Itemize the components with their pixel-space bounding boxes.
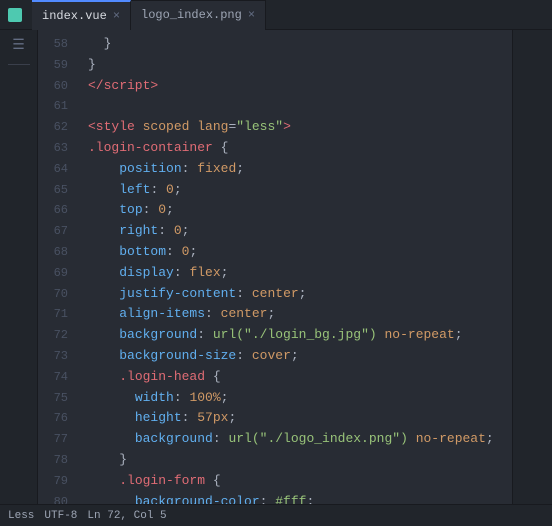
status-bar: Less UTF-8 Ln 72, Col 5: [0, 504, 552, 526]
status-file-type: Less: [8, 510, 34, 522]
code-line: }: [88, 34, 512, 55]
code-line: }: [88, 55, 512, 76]
code-line: background: url("./logo_index.png") no-r…: [88, 429, 512, 450]
code-line: right: 0;: [88, 221, 512, 242]
code-line: display: flex;: [88, 263, 512, 284]
file-icon-area: [8, 8, 26, 22]
code-line: justify-content: center;: [88, 284, 512, 305]
code-line: </script>: [88, 76, 512, 97]
code-line: width: 100%;: [88, 388, 512, 409]
code-line: <style scoped lang="less">: [88, 117, 512, 138]
code-area: ☰ 58596061626364656667686970717273747576…: [0, 30, 552, 504]
code-line: .login-container {: [88, 138, 512, 159]
code-line: background: url("./login_bg.jpg") no-rep…: [88, 325, 512, 346]
line-numbers: 5859606162636465666768697071727374757677…: [38, 30, 76, 504]
code-line: bottom: 0;: [88, 242, 512, 263]
tab-index-vue[interactable]: index.vue ×: [32, 0, 131, 30]
tab-label: logo_index.png: [141, 8, 242, 22]
sidebar-toggle-icon[interactable]: ☰: [8, 34, 30, 56]
code-line: }: [88, 450, 512, 471]
code-editor[interactable]: }}</script> <style scoped lang="less">.l…: [76, 30, 512, 504]
left-activity-bar: ☰: [0, 30, 38, 504]
code-line: .login-head {: [88, 367, 512, 388]
code-line: .login-form {: [88, 471, 512, 492]
status-encoding: UTF-8: [44, 510, 77, 522]
code-line: top: 0;: [88, 200, 512, 221]
minimap: [512, 30, 552, 504]
tab-label: index.vue: [42, 9, 107, 23]
code-line: left: 0;: [88, 180, 512, 201]
code-line: [88, 96, 512, 117]
tab-close-icon[interactable]: ×: [113, 9, 120, 23]
editor: index.vue × logo_index.png × ☰ 585960616…: [0, 0, 552, 526]
code-line: height: 57px;: [88, 408, 512, 429]
tab-bar: index.vue × logo_index.png ×: [0, 0, 552, 30]
file-type-icon: [8, 8, 22, 22]
status-cursor: Ln 72, Col 5: [87, 510, 166, 522]
code-line: background-color: #fff;: [88, 492, 512, 504]
tab-close-icon[interactable]: ×: [248, 8, 255, 22]
tab-logo-index[interactable]: logo_index.png ×: [131, 0, 266, 30]
code-line: background-size: cover;: [88, 346, 512, 367]
code-line: align-items: center;: [88, 304, 512, 325]
code-line: position: fixed;: [88, 159, 512, 180]
